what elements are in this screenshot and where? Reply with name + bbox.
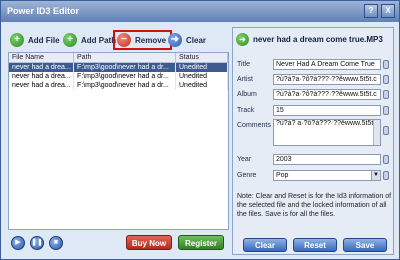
title-label: Title — [237, 61, 250, 68]
comments-field[interactable]: ?ù?à? a·?ô?à???·??êwww.5t5t.c — [273, 119, 381, 146]
chevron-down-icon[interactable]: ▼ — [371, 171, 380, 180]
register-button[interactable]: Register — [178, 235, 224, 250]
year-label: Year — [237, 156, 252, 163]
cell-file-name: never had a drea... — [9, 63, 74, 72]
file-list-table[interactable]: File Name Path Status never had a drea..… — [8, 52, 229, 230]
table-row[interactable]: never had a drea... F:\mp3\good\never ha… — [9, 63, 228, 72]
column-header-status[interactable]: Status — [176, 53, 228, 62]
buy-now-button[interactable]: Buy Now — [126, 235, 172, 250]
cell-status: Unedited — [176, 72, 228, 81]
tag-editor-panel: ➜ never had a dream come true.MP3 Title … — [232, 27, 394, 255]
close-button[interactable]: X — [381, 4, 395, 18]
column-header-file-name[interactable]: File Name — [9, 53, 74, 62]
artist-field[interactable]: ?ù?à?a·?ô?à???·??êwww.5t5t.c — [273, 74, 381, 85]
add-path-button[interactable]: + Add Path — [63, 31, 116, 49]
table-row[interactable]: never had a drea... F:\mp3\good\never ha… — [9, 72, 228, 81]
cell-path: F:\mp3\good\never had a dr... — [74, 72, 176, 81]
cell-file-name: never had a drea... — [9, 81, 74, 90]
arrow-right-icon: ➜ — [168, 33, 182, 47]
plus-icon: + — [63, 33, 77, 47]
comments-scrollbar[interactable] — [373, 120, 380, 145]
app-window: Power ID3 Editor ? X + Add File + Add Pa… — [0, 0, 400, 260]
cell-path: F:\mp3\good\never had a dr... — [74, 63, 176, 72]
cell-path: F:\mp3\good\never had a dr... — [74, 81, 176, 90]
comments-text: ?ù?à? a·?ô?à???·??êwww.5t5t.c — [276, 120, 379, 127]
lock-icon[interactable] — [383, 106, 389, 115]
genre-select[interactable]: Pop ▼ — [273, 170, 381, 181]
stop-icon[interactable]: ■ — [49, 236, 63, 250]
arrow-right-icon: ➜ — [236, 33, 249, 46]
lock-icon[interactable] — [383, 60, 389, 69]
lock-icon[interactable] — [383, 155, 389, 164]
clear-button[interactable]: Clear — [243, 238, 287, 252]
lock-icon[interactable] — [383, 75, 389, 84]
lock-icon[interactable] — [383, 171, 389, 180]
plus-icon: + — [10, 33, 24, 47]
clear-files-button[interactable]: ➜ Clear — [168, 31, 206, 49]
note-text: Note: Clear and Reset is for the Id3 inf… — [237, 193, 392, 218]
lock-icon[interactable] — [383, 126, 389, 135]
add-path-label: Add Path — [81, 35, 117, 45]
year-field[interactable]: 2003 — [273, 154, 381, 165]
title-field[interactable]: Never Had A Dream Come True — [273, 59, 381, 70]
cell-status: Unedited — [176, 63, 228, 72]
column-header-path[interactable]: Path — [74, 53, 176, 62]
cell-status: Unedited — [176, 81, 228, 90]
pause-icon[interactable]: ❚❚ — [30, 236, 44, 250]
remove-button[interactable]: − Remove — [113, 30, 173, 50]
add-file-button[interactable]: + Add File — [10, 31, 60, 49]
reset-button[interactable]: Reset — [293, 238, 337, 252]
clear-files-label: Clear — [186, 35, 207, 45]
title-bar: Power ID3 Editor ? X — [1, 1, 399, 22]
genre-value: Pop — [276, 172, 289, 179]
help-button[interactable]: ? — [364, 4, 378, 18]
table-row[interactable]: never had a drea... F:\mp3\good\never ha… — [9, 81, 228, 90]
editor-file-header: ➜ never had a dream come true.MP3 — [236, 33, 383, 46]
artist-label: Artist — [237, 76, 253, 83]
minus-icon: − — [117, 33, 131, 47]
editor-file-title: never had a dream come true.MP3 — [253, 35, 383, 44]
track-label: Track — [237, 107, 255, 114]
track-field[interactable]: 15 — [273, 105, 381, 116]
lock-icon[interactable] — [383, 90, 389, 99]
play-icon[interactable]: ▶ — [11, 236, 25, 250]
comments-label: Comments — [237, 122, 271, 129]
album-field[interactable]: ?ù?à?a·?ô?à???·??êwww.5t5t.c — [273, 89, 381, 100]
save-button[interactable]: Save — [343, 238, 387, 252]
album-label: Album — [237, 91, 257, 98]
cell-file-name: never had a drea... — [9, 72, 74, 81]
add-file-label: Add File — [28, 35, 60, 45]
window-title: Power ID3 Editor — [7, 6, 80, 16]
genre-label: Genre — [237, 172, 257, 179]
table-header: File Name Path Status — [9, 53, 228, 63]
remove-label: Remove — [135, 35, 167, 45]
